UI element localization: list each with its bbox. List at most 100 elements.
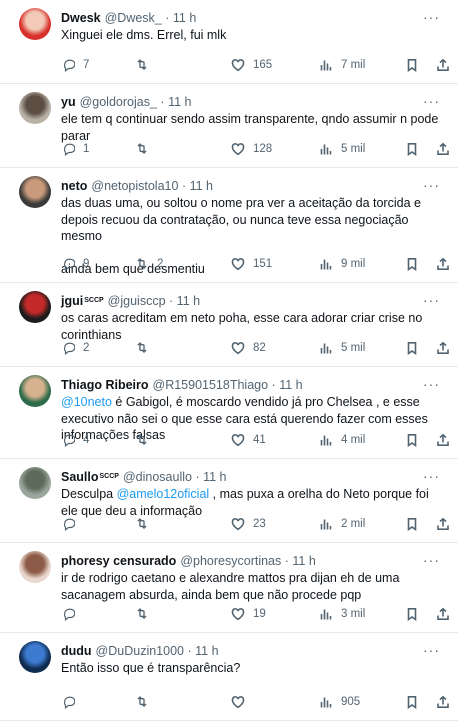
- share-button[interactable]: [436, 257, 450, 271]
- retweet-button[interactable]: [135, 517, 157, 531]
- reply-button[interactable]: 1: [61, 142, 89, 156]
- display-name[interactable]: jgui: [61, 294, 83, 308]
- views-button[interactable]: 5 mil: [319, 341, 365, 355]
- user-handle[interactable]: @phoresycortinas: [180, 554, 281, 568]
- like-button[interactable]: 41: [231, 433, 266, 447]
- views-button[interactable]: 4 mil: [319, 433, 365, 447]
- display-name[interactable]: Saullo: [61, 470, 99, 484]
- share-button[interactable]: [436, 341, 450, 355]
- retweet-button[interactable]: 2: [135, 257, 163, 271]
- timestamp[interactable]: 11 h: [177, 294, 200, 308]
- share-button[interactable]: [436, 607, 450, 621]
- bookmark-button[interactable]: [405, 58, 419, 72]
- more-options-icon[interactable]: ···: [423, 94, 440, 108]
- user-handle[interactable]: @DuDuzin1000: [96, 644, 184, 658]
- retweet-button[interactable]: [135, 341, 157, 355]
- views-button[interactable]: 9 mil: [319, 257, 365, 271]
- share-button[interactable]: [436, 695, 450, 709]
- timestamp[interactable]: 11 h: [195, 644, 218, 658]
- bookmark-button[interactable]: [405, 517, 419, 531]
- reply-tweet[interactable]: dudu @DuDuzin1000 · 11 h ··· Então isso que…: [0, 633, 458, 721]
- avatar[interactable]: [19, 641, 51, 673]
- more-options-icon[interactable]: ···: [423, 643, 440, 657]
- user-handle[interactable]: @dinosaullo: [123, 470, 192, 484]
- more-options-icon[interactable]: ···: [423, 178, 440, 192]
- reply-tweet[interactable]: Dwesk @Dwesk_ · 11 h ··· Xinguei ele dms. E…: [0, 0, 458, 84]
- share-button[interactable]: [436, 433, 450, 447]
- bookmark-button[interactable]: [405, 142, 419, 156]
- reply-button[interactable]: 4: [61, 433, 89, 447]
- views-button[interactable]: 905: [319, 695, 360, 709]
- bookmark-button[interactable]: [405, 257, 419, 271]
- like-button[interactable]: 23: [231, 517, 266, 531]
- share-button[interactable]: [436, 142, 450, 156]
- reply-button[interactable]: 7: [61, 58, 89, 72]
- retweet-icon: [137, 258, 147, 269]
- mention-link[interactable]: @10neto: [61, 395, 112, 409]
- more-options-icon[interactable]: ···: [423, 377, 440, 391]
- tweet-body: Desculpa @amelo12oficial , mas puxa a or…: [61, 486, 446, 519]
- views-button[interactable]: 7 mil: [319, 58, 365, 72]
- reply-button[interactable]: 9: [61, 257, 89, 271]
- display-name[interactable]: Thiago Ribeiro: [61, 378, 149, 392]
- retweet-button[interactable]: [135, 695, 157, 709]
- avatar[interactable]: [19, 551, 51, 583]
- views-button[interactable]: 3 mil: [319, 607, 365, 621]
- like-button[interactable]: 19: [231, 607, 266, 621]
- display-name[interactable]: dudu: [61, 644, 92, 658]
- reply-tweet[interactable]: yu @goldorojas_ · 11 h ··· ele tem q contin…: [0, 84, 458, 168]
- more-options-icon[interactable]: ···: [423, 553, 440, 567]
- display-name[interactable]: Dwesk: [61, 11, 101, 25]
- bookmark-button[interactable]: [405, 695, 419, 709]
- display-name[interactable]: neto: [61, 179, 87, 193]
- timestamp[interactable]: 11 h: [292, 554, 315, 568]
- timestamp[interactable]: 11 h: [190, 179, 213, 193]
- avatar[interactable]: [19, 92, 51, 124]
- user-handle[interactable]: @jguisccp: [108, 294, 166, 308]
- retweet-button[interactable]: [135, 607, 157, 621]
- reply-tweet[interactable]: phoresy censurado @phoresycortinas · 11 h…: [0, 543, 458, 633]
- display-name[interactable]: phoresy censurado: [61, 554, 176, 568]
- timestamp[interactable]: 11 h: [173, 11, 196, 25]
- like-button[interactable]: 165: [231, 58, 272, 72]
- display-name[interactable]: yu: [61, 95, 76, 109]
- avatar[interactable]: [19, 291, 51, 323]
- views-button[interactable]: 5 mil: [319, 142, 365, 156]
- bookmark-button[interactable]: [405, 433, 419, 447]
- user-handle[interactable]: @goldorojas_: [80, 95, 157, 109]
- mention-link[interactable]: @amelo12oficial: [117, 487, 210, 501]
- retweet-button[interactable]: [135, 58, 157, 72]
- timestamp[interactable]: 11 h: [168, 95, 191, 109]
- reply-button[interactable]: [61, 695, 83, 709]
- avatar[interactable]: [19, 8, 51, 40]
- timestamp[interactable]: 11 h: [279, 378, 302, 392]
- reply-tweet[interactable]: Thiago Ribeiro @R15901518Thiago · 11 h ···…: [0, 367, 458, 459]
- retweet-button[interactable]: [135, 433, 157, 447]
- like-button[interactable]: 82: [231, 341, 266, 355]
- share-button[interactable]: [436, 517, 450, 531]
- user-handle[interactable]: @netopistola10: [91, 179, 178, 193]
- avatar[interactable]: [19, 176, 51, 208]
- bookmark-button[interactable]: [405, 607, 419, 621]
- timestamp[interactable]: 11 h: [203, 470, 226, 484]
- share-button[interactable]: [436, 58, 450, 72]
- reply-tweet[interactable]: SaulloSCCP @dinosaullo · 11 h ··· Desculpa …: [0, 459, 458, 543]
- bookmark-button[interactable]: [405, 341, 419, 355]
- like-button[interactable]: 128: [231, 142, 272, 156]
- views-button[interactable]: 2 mil: [319, 517, 365, 531]
- reply-tweet[interactable]: jguiSCCP @jguisccp · 11 h ··· os caras acre…: [0, 283, 458, 367]
- like-button[interactable]: [231, 695, 253, 709]
- user-handle[interactable]: @R15901518Thiago: [153, 378, 269, 392]
- retweet-button[interactable]: [135, 142, 157, 156]
- more-options-icon[interactable]: ···: [423, 469, 440, 483]
- reply-button[interactable]: 2: [61, 341, 89, 355]
- reply-tweet[interactable]: neto @netopistola10 · 11 h ··· das duas uma…: [0, 168, 458, 283]
- reply-button[interactable]: [61, 517, 83, 531]
- reply-button[interactable]: [61, 607, 83, 621]
- like-button[interactable]: 151: [231, 257, 272, 271]
- avatar[interactable]: [19, 467, 51, 499]
- avatar[interactable]: [19, 375, 51, 407]
- more-options-icon[interactable]: ···: [423, 293, 440, 307]
- more-options-icon[interactable]: ···: [423, 10, 440, 24]
- user-handle[interactable]: @Dwesk_: [105, 11, 162, 25]
